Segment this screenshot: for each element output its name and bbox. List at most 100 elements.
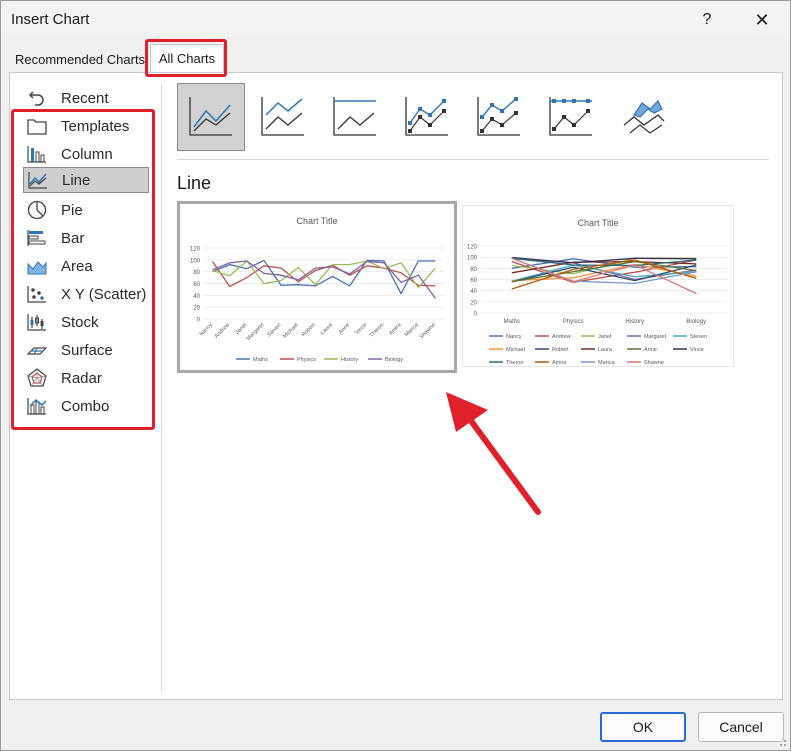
cancel-button[interactable]: Cancel	[698, 712, 784, 742]
sidebar-item-bar[interactable]: Bar	[23, 225, 149, 251]
y-tick-label: 60	[193, 282, 200, 288]
x-tick-label: Andrew	[214, 322, 231, 339]
legend-label: Steven	[690, 334, 707, 340]
sidebar-item-templates[interactable]: Templates	[23, 113, 149, 139]
legend-label: Robert	[552, 347, 569, 353]
stock-chart-icon	[25, 311, 49, 333]
chart-title: Chart Title	[296, 216, 337, 226]
line-with-markers-icon[interactable]	[393, 83, 461, 151]
y-tick-label: 20	[470, 300, 477, 306]
stacked-line-icon[interactable]	[249, 83, 317, 151]
legend-label: Biology	[385, 357, 403, 363]
y-tick-label: 40	[193, 294, 200, 300]
help-button[interactable]: ?	[693, 8, 721, 32]
100-stacked-line-with-markers-icon[interactable]	[537, 83, 605, 151]
stacked-line-with-markers-icon[interactable]	[465, 83, 533, 151]
annotation-arrow-icon	[446, 392, 541, 515]
y-tick-label: 80	[193, 270, 200, 276]
ok-button[interactable]: OK	[600, 712, 686, 742]
dialog-title: Insert Chart	[11, 11, 90, 28]
sidebar-item-label: Stock	[61, 313, 99, 331]
line-chart-icon	[26, 169, 50, 191]
sidebar-item-label: Radar	[61, 369, 102, 387]
radar-chart-icon	[25, 367, 49, 389]
close-button[interactable]: ✕	[745, 8, 779, 32]
sidebar-item-pie[interactable]: Pie	[23, 197, 149, 223]
100-stacked-line-icon[interactable]	[321, 83, 389, 151]
sidebar-item-combo[interactable]: Combo	[23, 393, 149, 419]
area-chart-icon	[25, 255, 49, 277]
x-tick-label: Laura	[320, 322, 335, 337]
y-tick-label: 40	[470, 289, 477, 295]
title-bar: Insert Chart ? ✕	[1, 1, 790, 37]
scatter-chart-icon	[25, 283, 49, 305]
series-line	[212, 259, 436, 295]
sidebar-item-label: X Y (Scatter)	[61, 285, 147, 303]
x-tick-label: Biology	[686, 319, 706, 325]
sidebar-item-label: Pie	[61, 201, 83, 219]
legend-label: Theron	[506, 360, 523, 366]
sidebar-item-label: Surface	[61, 341, 113, 359]
y-tick-label: 100	[190, 258, 201, 264]
chart-preview-2[interactable]: Chart Title 120 100 80 60 40 20 0 Maths Physics Hi…	[462, 205, 734, 367]
legend-label: History	[341, 357, 358, 363]
sidebar-item-label: Area	[61, 257, 93, 275]
chart-preview-svg: Chart Title 120 100 80 60 40 20 0 Maths Physics Hi…	[467, 218, 727, 366]
y-tick-label: 0	[197, 318, 201, 324]
sidebar-item-stock[interactable]: Stock	[23, 309, 149, 335]
insert-chart-dialog: Insert Chart ? ✕ Recommended Charts All …	[0, 0, 791, 751]
sidebar-item-line[interactable]: Line	[23, 167, 149, 193]
x-tick-label: Margaret	[246, 322, 266, 342]
legend-label: Physics	[297, 357, 316, 363]
sidebar-item-label: Column	[61, 145, 113, 163]
legend-label: Nancy	[506, 334, 522, 340]
x-tick-label: History	[625, 319, 644, 325]
recent-icon	[25, 87, 49, 109]
chart-title: Chart Title	[577, 218, 618, 228]
legend-label: Laura	[598, 347, 613, 353]
x-tick-label: Physics	[563, 319, 584, 325]
x-tick-label: Steven	[266, 322, 282, 338]
chart-preview-1[interactable]: Chart Title 120 100 80 60 40 20 0 Nancy Andrew Jan…	[177, 201, 457, 373]
y-tick-label: 120	[190, 247, 201, 253]
sidebar-item-label: Combo	[61, 397, 110, 415]
sidebar-item-scatter[interactable]: X Y (Scatter)	[23, 281, 149, 307]
x-tick-label: Theron	[369, 322, 386, 339]
sidebar-item-recent[interactable]: Recent	[23, 85, 149, 111]
surface-chart-icon	[25, 339, 49, 361]
y-tick-label: 100	[467, 256, 478, 262]
tab-recommended-charts[interactable]: Recommended Charts	[11, 47, 149, 73]
y-tick-label: 20	[193, 306, 200, 312]
legend-label: Shawne	[644, 360, 664, 366]
sidebar-item-label: Recent	[61, 89, 109, 107]
x-tick-label: Anne	[338, 322, 351, 335]
x-tick-label: Vince	[354, 322, 368, 336]
bar-chart-icon	[25, 227, 49, 249]
sidebar-item-area[interactable]: Area	[23, 253, 149, 279]
tab-all-charts[interactable]: All Charts	[150, 44, 224, 74]
chart-type-heading: Line	[177, 173, 212, 193]
x-tick-label: Nancy	[199, 322, 214, 337]
sidebar-item-surface[interactable]: Surface	[23, 337, 149, 363]
sidebar-item-label: Bar	[61, 229, 85, 247]
pie-chart-icon	[25, 199, 49, 221]
legend-label: Maths	[253, 357, 268, 363]
legend-label: Marica	[598, 360, 615, 366]
line-subtype-gallery	[177, 83, 667, 153]
line-icon[interactable]	[177, 83, 245, 151]
divider	[177, 159, 769, 160]
sidebar-item-column[interactable]: Column	[23, 141, 149, 167]
legend-label: Amira	[552, 360, 567, 366]
x-tick-label: Maths	[504, 319, 520, 325]
legend-label: Anne	[644, 347, 657, 353]
divider	[161, 83, 162, 691]
y-tick-label: 0	[474, 312, 478, 318]
resize-grip-icon[interactable]	[777, 737, 787, 747]
sidebar-item-radar[interactable]: Radar	[23, 365, 149, 391]
3d-line-icon[interactable]	[609, 83, 677, 151]
chart-type-list: Recent Templates Column Line Pie Bar Are…	[23, 83, 151, 691]
combo-chart-icon	[25, 395, 49, 417]
x-tick-label: Shawne	[419, 322, 437, 340]
x-tick-label: Janet	[235, 322, 249, 336]
column-chart-icon	[25, 143, 49, 165]
